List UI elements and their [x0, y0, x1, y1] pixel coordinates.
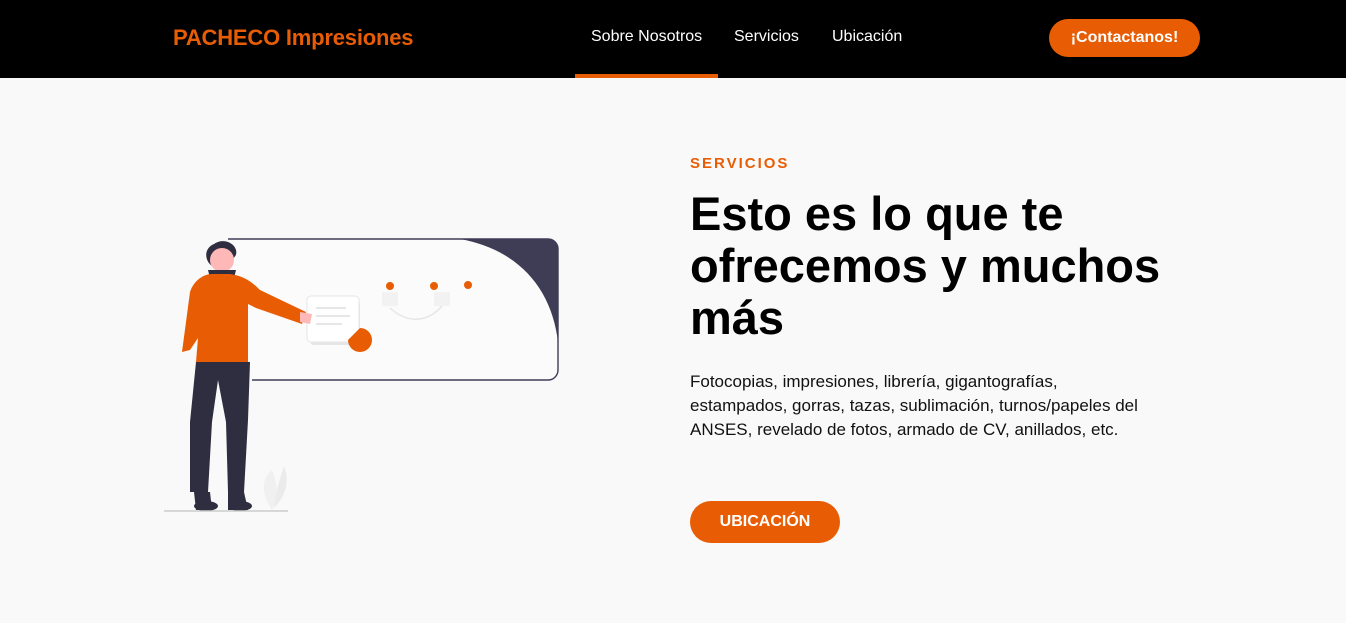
services-description: Fotocopias, impresiones, librería, gigan… — [690, 372, 1138, 439]
active-nav-indicator — [575, 74, 718, 78]
nav-item-ubicacion[interactable]: Ubicación — [832, 28, 902, 46]
location-button[interactable]: UBICACIÓN — [690, 501, 840, 543]
timeline-dot — [386, 282, 394, 290]
person-pants — [190, 362, 250, 492]
contact-button[interactable]: ¡Contactanos! — [1049, 19, 1200, 57]
timeline-dot — [464, 281, 472, 289]
person-head — [210, 248, 234, 272]
person-presenting-board-illustration — [164, 238, 559, 512]
document-card — [306, 295, 360, 343]
top-navbar: PACHECO Impresiones Sobre Nosotros Servi… — [0, 0, 1346, 78]
nav-item-sobre-nosotros[interactable]: Sobre Nosotros — [591, 28, 702, 46]
timeline-dot — [430, 282, 438, 290]
brand-logo[interactable]: PACHECO Impresiones — [173, 25, 413, 51]
nav-item-servicios[interactable]: Servicios — [734, 28, 799, 46]
page-title: Esto es lo que te ofrecemos y muchos más — [690, 187, 1161, 344]
section-eyebrow: SERVICIOS — [690, 155, 790, 172]
